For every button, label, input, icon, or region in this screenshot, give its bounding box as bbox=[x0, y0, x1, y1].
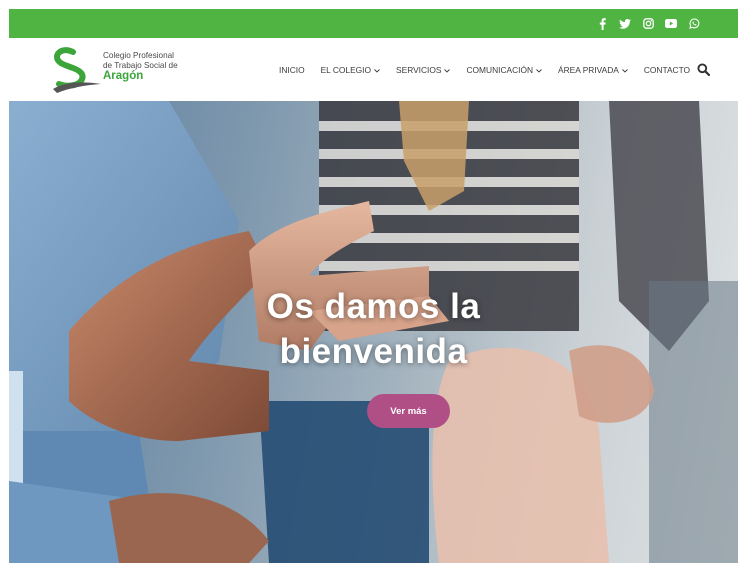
logo-line-2: de Trabajo Social de bbox=[103, 60, 178, 70]
social-links bbox=[596, 9, 700, 38]
ver-mas-button[interactable]: Ver más bbox=[367, 394, 450, 428]
hero-title-line-1: Os damos la bbox=[266, 287, 481, 327]
nav-item-contacto[interactable]: CONTACTO bbox=[644, 65, 690, 75]
nav-item-servicios[interactable]: SERVICIOS bbox=[396, 64, 451, 75]
hero-banner: Os damos la bienvenida Ver más bbox=[9, 101, 738, 563]
chevron-down-icon bbox=[536, 65, 542, 75]
logo-s-mark bbox=[53, 47, 101, 93]
top-social-bar bbox=[9, 9, 738, 38]
logo-line-3: Aragón bbox=[103, 70, 144, 82]
nav-item-area-privada[interactable]: ÁREA PRIVADA bbox=[558, 65, 628, 75]
facebook-icon[interactable] bbox=[596, 17, 608, 30]
nav-item-el-colegio[interactable]: EL COLEGIO bbox=[321, 65, 380, 75]
logo-text: Colegio Profesional de Trabajo Social de… bbox=[103, 51, 178, 83]
main-nav: INICIO EL COLEGIO SERVICIOS COMUNICACIÓN… bbox=[279, 38, 706, 101]
instagram-icon[interactable] bbox=[642, 18, 654, 30]
youtube-icon[interactable] bbox=[665, 18, 677, 30]
twitter-icon[interactable] bbox=[619, 18, 631, 30]
chevron-down-icon bbox=[622, 65, 628, 75]
whatsapp-icon[interactable] bbox=[688, 18, 700, 30]
site-logo[interactable]: Colegio Profesional de Trabajo Social de… bbox=[51, 46, 201, 94]
nav-item-label: INICIO bbox=[279, 64, 305, 75]
logo-line-1: Colegio Profesional bbox=[103, 51, 175, 60]
hero-title-line-2: bienvenida bbox=[279, 332, 468, 372]
hero-title: Os damos la bienvenida bbox=[9, 284, 738, 374]
nav-item-label: ÁREA PRIVADA bbox=[558, 64, 619, 75]
nav-item-inicio[interactable]: INICIO bbox=[279, 65, 305, 75]
site-header: Colegio Profesional de Trabajo Social de… bbox=[9, 38, 738, 101]
nav-item-label: CONTACTO bbox=[643, 64, 691, 75]
nav-item-label: SERVICIOS bbox=[396, 64, 442, 75]
browser-viewport: Colegio Profesional de Trabajo Social de… bbox=[9, 9, 738, 563]
search-icon[interactable] bbox=[697, 63, 711, 77]
nav-item-label: EL COLEGIO bbox=[320, 64, 372, 75]
chevron-down-icon bbox=[444, 65, 451, 75]
chevron-down-icon bbox=[374, 65, 380, 75]
nav-item-comunicacion[interactable]: COMUNICACIÓN bbox=[466, 65, 542, 75]
nav-item-label: COMUNICACIÓN bbox=[466, 64, 534, 75]
